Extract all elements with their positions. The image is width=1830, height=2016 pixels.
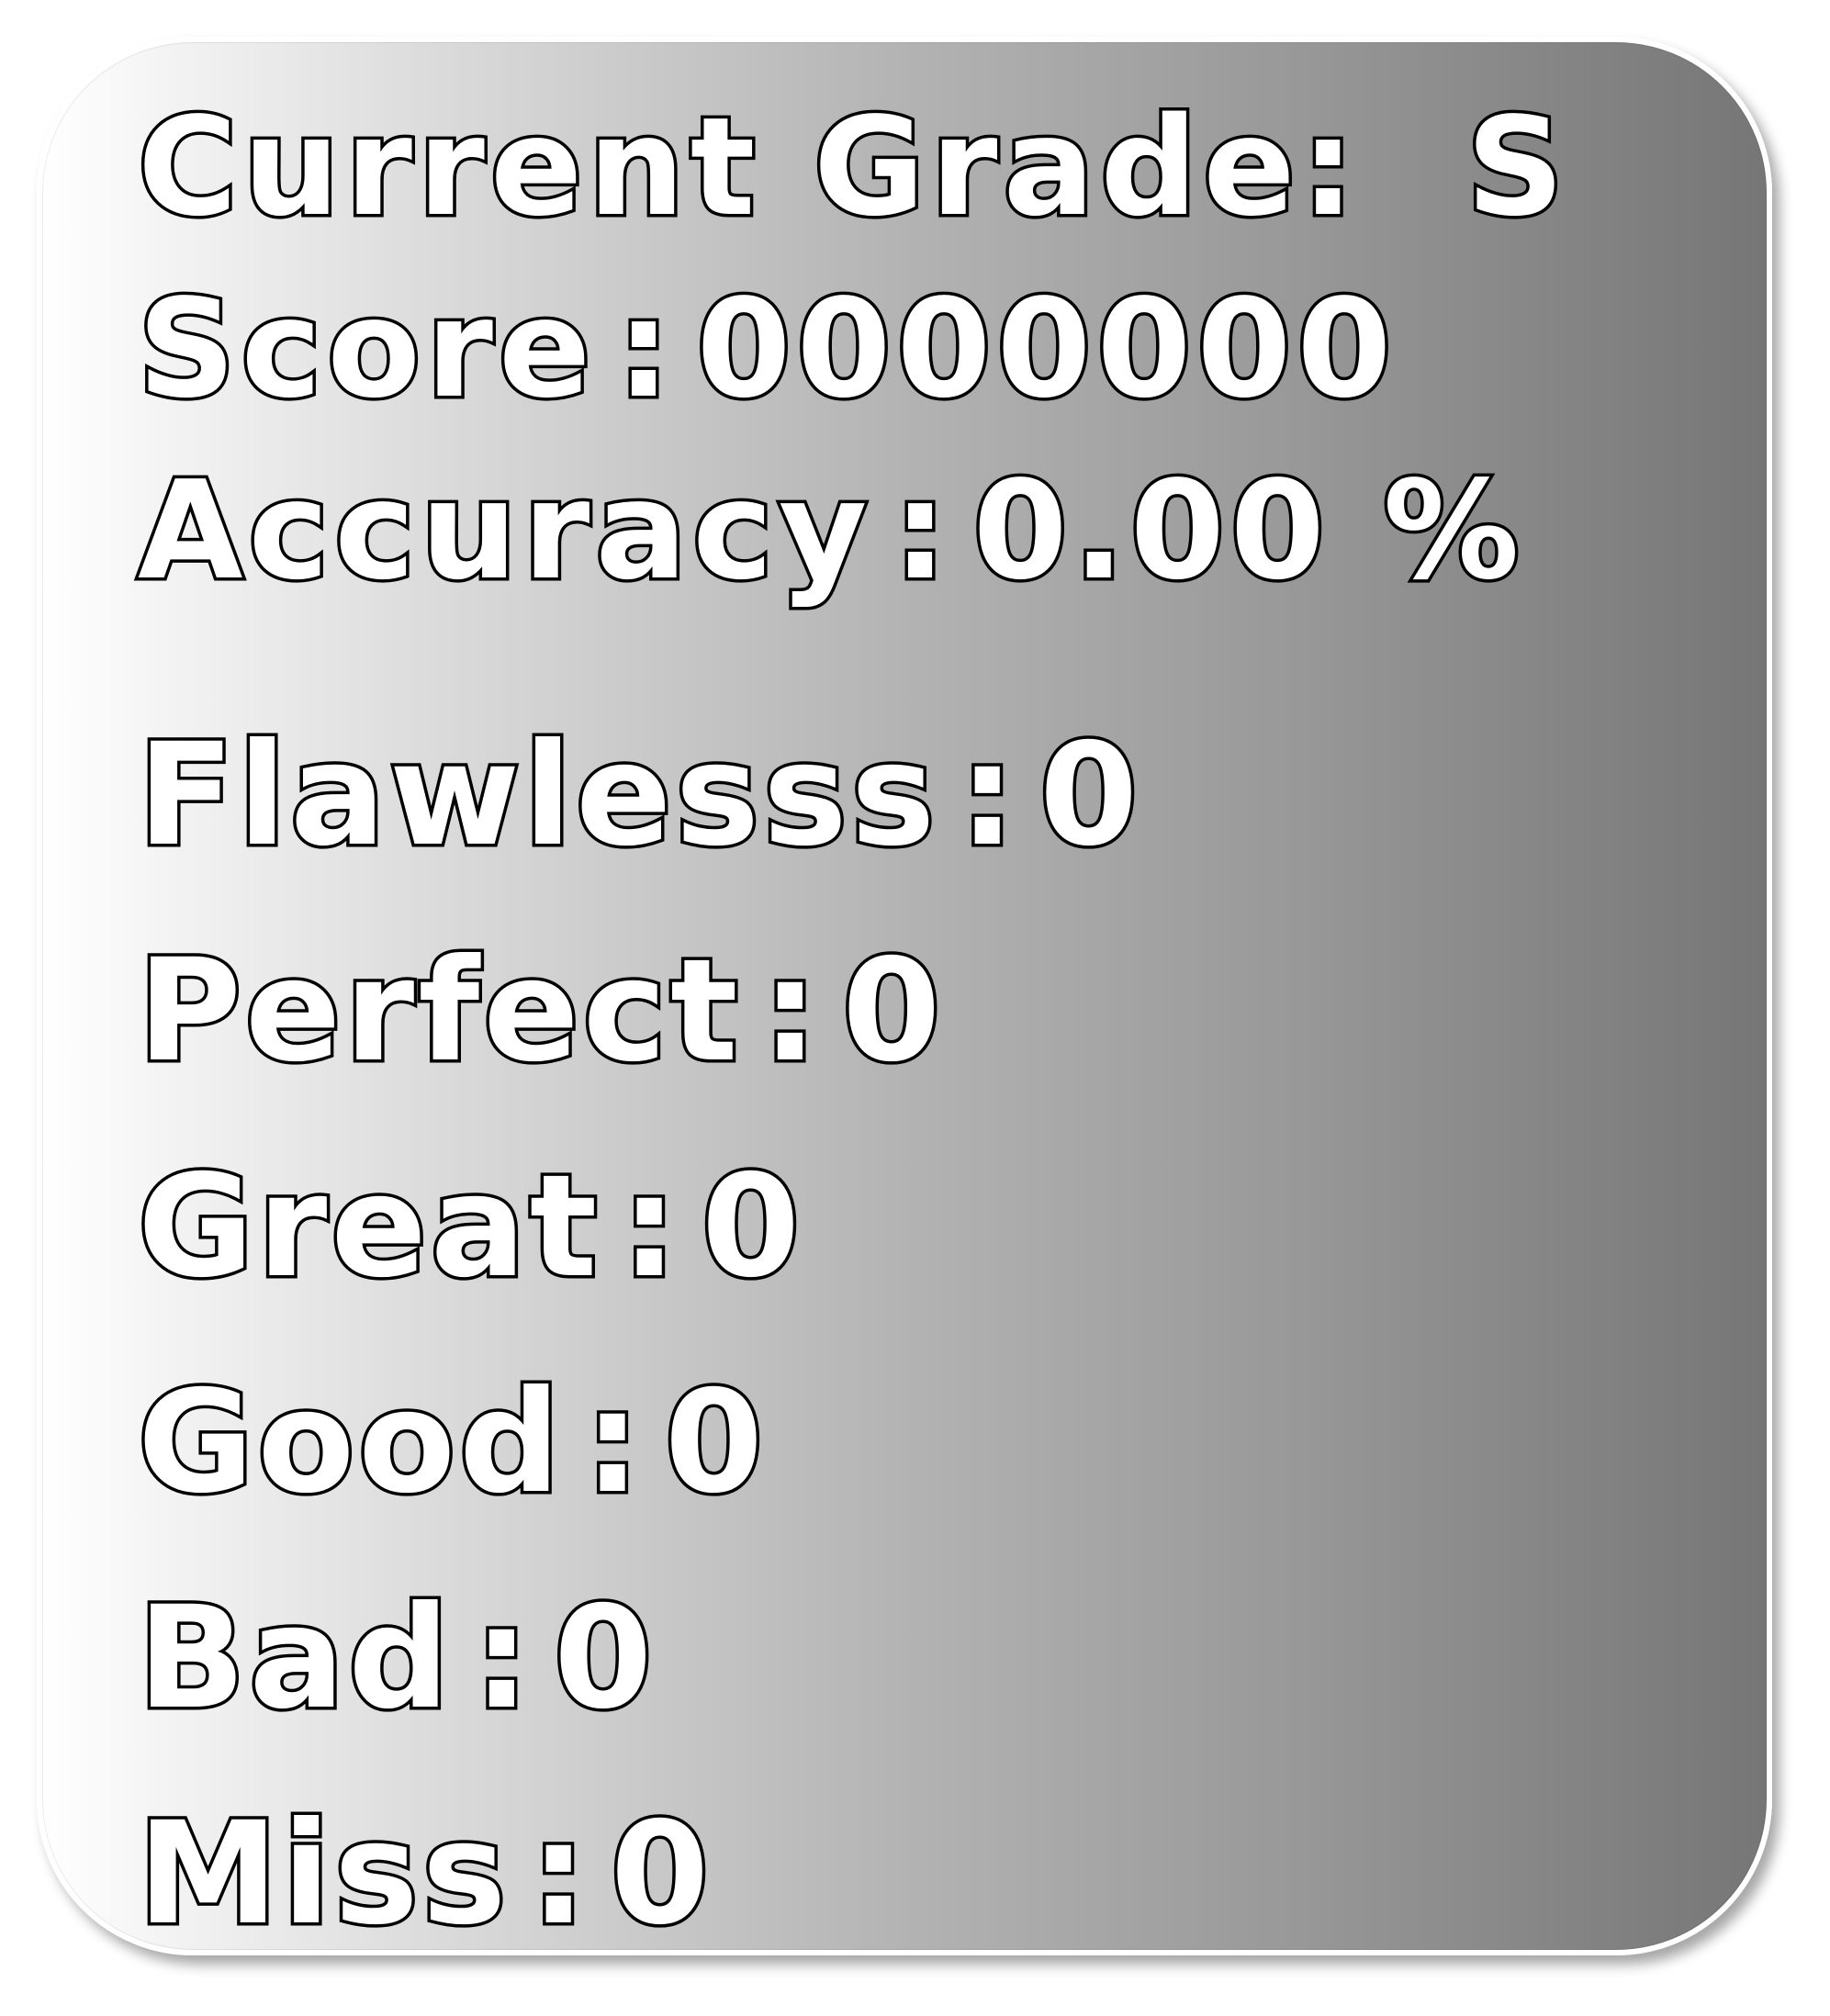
judgment-row-flawless: Flawlesss:0 — [134, 722, 1141, 869]
accuracy-label: Accuracy — [134, 452, 873, 610]
judgment-label: Great — [134, 1145, 601, 1309]
judgment-count: 0 — [839, 929, 945, 1093]
judgment-row-great: Great:0 — [134, 1153, 803, 1301]
judgment-separator: : — [956, 713, 1019, 878]
score-row: Score:0000000 — [134, 278, 1397, 420]
score-separator: : — [613, 270, 677, 428]
current-grade-value: S — [1463, 88, 1570, 246]
judgment-separator: : — [758, 929, 823, 1093]
judgment-label: Bad — [135, 1576, 454, 1741]
results-screen: Current Grade: S Score:0000000 Accuracy:… — [0, 0, 1830, 2016]
accuracy-row: Accuracy:0.00 % — [134, 460, 1525, 602]
judgment-separator: : — [527, 1792, 590, 1956]
score-value: 0000000 — [693, 270, 1398, 428]
judgment-label: Good — [134, 1361, 565, 1525]
judgment-label: Flawlesss — [134, 713, 939, 878]
accuracy-value: 0.00 % — [970, 452, 1525, 610]
judgment-count: 0 — [661, 1361, 767, 1525]
judgment-separator: : — [581, 1361, 645, 1525]
judgment-count: 0 — [551, 1576, 657, 1741]
judgment-label: Miss — [134, 1792, 511, 1956]
judgment-row-good: Good:0 — [134, 1369, 767, 1517]
judgment-count: 0 — [1036, 713, 1142, 878]
current-grade-row: Current Grade: S — [135, 96, 1569, 239]
judgment-row-miss: Miss:0 — [134, 1800, 713, 1948]
accuracy-separator: : — [890, 452, 953, 610]
judgment-row-perfect: Perfect:0 — [135, 937, 944, 1085]
judgment-row-bad: Bad:0 — [135, 1585, 656, 1732]
judgment-count: 0 — [607, 1792, 713, 1956]
judgment-separator: : — [618, 1145, 681, 1309]
score-label: Score — [134, 270, 597, 428]
judgment-label: Perfect — [135, 929, 742, 1093]
judgment-separator: : — [470, 1576, 534, 1741]
judgment-count: 0 — [698, 1145, 804, 1309]
current-grade-label: Current Grade: — [135, 88, 1361, 246]
